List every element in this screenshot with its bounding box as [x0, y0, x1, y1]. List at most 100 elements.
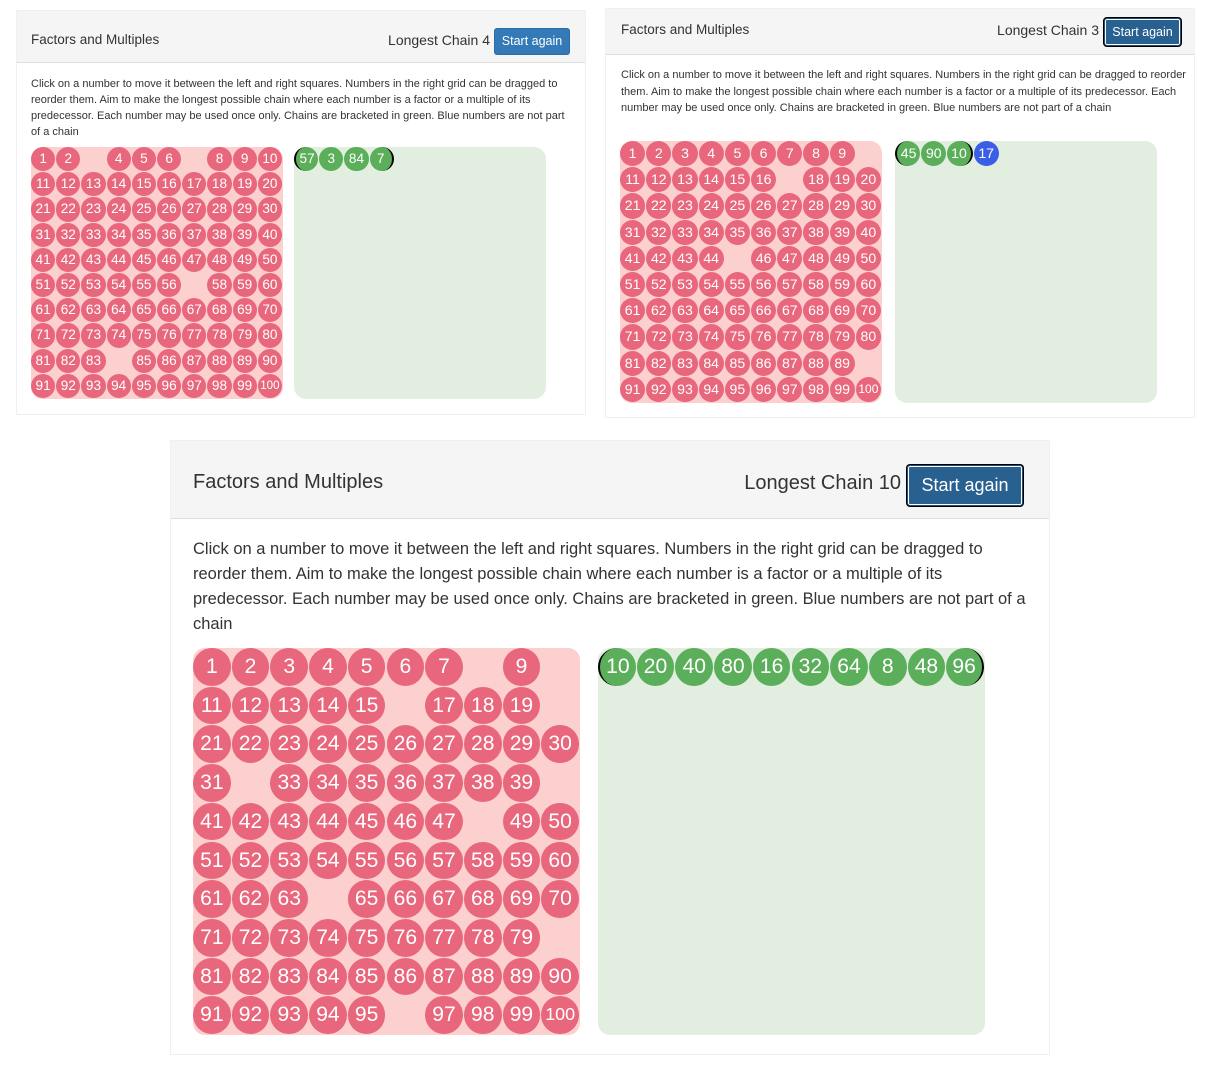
- number-14[interactable]: 14: [698, 167, 724, 193]
- number-21[interactable]: 21: [193, 725, 231, 764]
- start-again-button[interactable]: Start again: [1104, 18, 1181, 46]
- number-100[interactable]: 100: [257, 373, 282, 398]
- number-24[interactable]: 24: [309, 725, 347, 764]
- number-68[interactable]: 68: [803, 298, 829, 324]
- number-65[interactable]: 65: [724, 298, 750, 324]
- number-94[interactable]: 94: [106, 373, 131, 398]
- number-36[interactable]: 36: [157, 222, 182, 247]
- number-3[interactable]: 3: [270, 648, 309, 686]
- number-42[interactable]: 42: [231, 802, 270, 841]
- number-80[interactable]: 80: [257, 323, 282, 348]
- number-10[interactable]: 10: [257, 147, 282, 172]
- number-26[interactable]: 26: [751, 193, 777, 219]
- number-12[interactable]: 12: [231, 686, 270, 725]
- number-83[interactable]: 83: [81, 348, 106, 373]
- number-75[interactable]: 75: [131, 323, 156, 348]
- number-93[interactable]: 93: [672, 376, 698, 402]
- number-3[interactable]: 3: [672, 141, 698, 167]
- number-72[interactable]: 72: [56, 323, 81, 348]
- number-56[interactable]: 56: [386, 841, 425, 880]
- number-45[interactable]: 45: [131, 247, 156, 272]
- number-88[interactable]: 88: [207, 348, 232, 373]
- number-41[interactable]: 41: [31, 247, 56, 272]
- number-49[interactable]: 49: [232, 247, 257, 272]
- number-51[interactable]: 51: [31, 273, 56, 298]
- number-41[interactable]: 41: [620, 245, 646, 271]
- number-19[interactable]: 19: [232, 172, 257, 197]
- number-49[interactable]: 49: [502, 802, 541, 841]
- number-42[interactable]: 42: [56, 247, 81, 272]
- number-66[interactable]: 66: [751, 298, 777, 324]
- number-26[interactable]: 26: [157, 197, 182, 222]
- number-48[interactable]: 48: [803, 245, 829, 271]
- number-51[interactable]: 51: [193, 841, 231, 880]
- number-54[interactable]: 54: [309, 841, 347, 880]
- number-23[interactable]: 23: [672, 193, 698, 219]
- number-20[interactable]: 20: [257, 172, 282, 197]
- number-68[interactable]: 68: [207, 298, 232, 323]
- number-34[interactable]: 34: [309, 764, 347, 802]
- number-93[interactable]: 93: [81, 373, 106, 398]
- number-6[interactable]: 6: [751, 141, 777, 167]
- number-83[interactable]: 83: [672, 350, 698, 376]
- number-17[interactable]: 17: [425, 686, 463, 725]
- number-63[interactable]: 63: [270, 880, 309, 918]
- number-8[interactable]: 8: [207, 147, 232, 172]
- number-91[interactable]: 91: [31, 373, 56, 398]
- number-65[interactable]: 65: [131, 298, 156, 323]
- number-15[interactable]: 15: [347, 686, 386, 725]
- number-9[interactable]: 9: [232, 147, 257, 172]
- number-50[interactable]: 50: [541, 802, 579, 841]
- number-32[interactable]: 32: [646, 219, 672, 245]
- number-45[interactable]: 45: [347, 802, 386, 841]
- number-1[interactable]: 1: [31, 147, 56, 172]
- number-81[interactable]: 81: [620, 350, 646, 376]
- number-93[interactable]: 93: [270, 996, 309, 1034]
- number-34[interactable]: 34: [106, 222, 131, 247]
- chain-number-40[interactable]: 40: [675, 648, 714, 686]
- number-99[interactable]: 99: [502, 996, 541, 1034]
- number-58[interactable]: 58: [463, 841, 502, 880]
- chain-number-20[interactable]: 20: [636, 648, 675, 686]
- number-66[interactable]: 66: [157, 298, 182, 323]
- number-73[interactable]: 73: [672, 324, 698, 350]
- number-61[interactable]: 61: [620, 298, 646, 324]
- number-43[interactable]: 43: [81, 247, 106, 272]
- number-68[interactable]: 68: [463, 880, 502, 918]
- number-37[interactable]: 37: [777, 219, 803, 245]
- number-20[interactable]: 20: [855, 167, 881, 193]
- number-28[interactable]: 28: [803, 193, 829, 219]
- chain-number-84[interactable]: 84: [344, 147, 369, 172]
- number-29[interactable]: 29: [829, 193, 855, 219]
- number-83[interactable]: 83: [270, 957, 309, 996]
- number-54[interactable]: 54: [698, 272, 724, 298]
- number-57[interactable]: 57: [777, 272, 803, 298]
- number-33[interactable]: 33: [672, 219, 698, 245]
- number-47[interactable]: 47: [182, 247, 207, 272]
- number-94[interactable]: 94: [698, 376, 724, 402]
- number-33[interactable]: 33: [270, 764, 309, 802]
- number-52[interactable]: 52: [646, 272, 672, 298]
- number-30[interactable]: 30: [541, 725, 579, 764]
- number-97[interactable]: 97: [182, 373, 207, 398]
- number-47[interactable]: 47: [425, 802, 463, 841]
- number-11[interactable]: 11: [31, 172, 56, 197]
- number-78[interactable]: 78: [207, 323, 232, 348]
- number-22[interactable]: 22: [231, 725, 270, 764]
- number-4[interactable]: 4: [106, 147, 131, 172]
- chain-grid[interactable]: 10 20 40 80 16 32 64 8 48 96: [598, 648, 985, 1035]
- number-34[interactable]: 34: [698, 219, 724, 245]
- chain-number-48[interactable]: 48: [907, 648, 946, 686]
- number-47[interactable]: 47: [777, 245, 803, 271]
- number-55[interactable]: 55: [724, 272, 750, 298]
- number-77[interactable]: 77: [425, 918, 463, 957]
- number-35[interactable]: 35: [347, 764, 386, 802]
- number-86[interactable]: 86: [751, 350, 777, 376]
- number-32[interactable]: 32: [56, 222, 81, 247]
- number-70[interactable]: 70: [855, 298, 881, 324]
- number-53[interactable]: 53: [270, 841, 309, 880]
- chain-number-10[interactable]: 10: [947, 141, 973, 167]
- number-43[interactable]: 43: [270, 802, 309, 841]
- number-11[interactable]: 11: [193, 686, 231, 725]
- number-88[interactable]: 88: [463, 957, 502, 996]
